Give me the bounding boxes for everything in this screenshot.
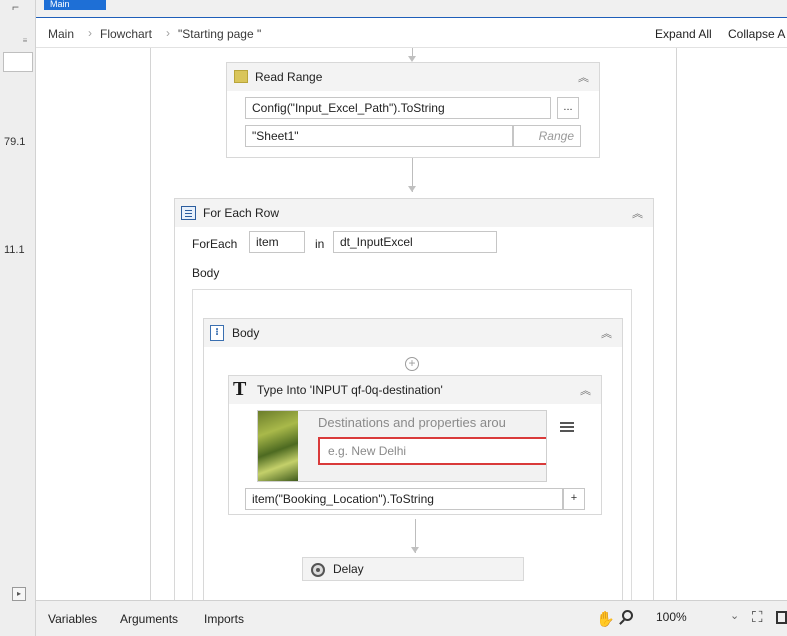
read-range-activity[interactable]: Read Range ︽ Config("Input_Excel_Path").… (226, 62, 600, 158)
for-each-row-activity[interactable]: For Each Row ︽ ForEach item in dt_InputE… (174, 198, 654, 600)
zoom-level[interactable]: 100% (656, 610, 687, 624)
type-into-activity[interactable]: T Type Into 'INPUT qf-0q-destination' ︽ … (228, 375, 602, 515)
add-text-button[interactable]: + (563, 488, 585, 510)
activity-header: T Type Into 'INPUT qf-0q-destination' ︽ (229, 376, 601, 404)
breadcrumb-main[interactable]: Main (48, 27, 74, 41)
type-into-icon: T (233, 378, 247, 400)
chevron-down-icon[interactable]: ⌄ (730, 609, 739, 622)
activity-title: Body (232, 326, 260, 340)
activity-title: Type Into 'INPUT qf-0q-destination' (257, 383, 443, 397)
pin-icon[interactable]: ⌐ (12, 0, 19, 14)
imports-tab[interactable]: Imports (204, 612, 244, 626)
collapse-chevron-icon[interactable]: ︽ (578, 69, 589, 85)
for-each-icon (181, 206, 196, 220)
scroll-up-icon[interactable]: ≡ (20, 36, 30, 48)
in-label: in (315, 237, 325, 251)
collapse-chevron-icon[interactable]: ︽ (632, 205, 643, 221)
gutter-value: 11.1 (4, 244, 25, 256)
screenshot-thumbnail (258, 411, 298, 481)
range-input[interactable]: Range (513, 125, 581, 147)
activity-header: ⁝ Body ︽ (204, 319, 622, 347)
excel-icon (234, 70, 248, 83)
activity-header: For Each Row ︽ (175, 199, 653, 227)
sheet-name-input[interactable]: "Sheet1" (245, 125, 513, 147)
arguments-tab[interactable]: Arguments (120, 612, 178, 626)
breadcrumb-starting-page[interactable]: "Starting page " (178, 27, 261, 41)
collapse-chevron-icon[interactable]: ︽ (601, 325, 612, 341)
activity-title: Read Range (255, 70, 323, 84)
item-variable-input[interactable]: item (249, 231, 305, 253)
collection-input[interactable]: dt_InputExcel (333, 231, 497, 253)
sequence-border (676, 48, 677, 600)
collapse-chevron-icon[interactable]: ︽ (580, 382, 591, 398)
hand-icon[interactable]: ✋ (596, 610, 615, 628)
delay-activity[interactable]: Delay (302, 557, 524, 581)
expand-panel-icon[interactable]: ▸ (12, 587, 26, 601)
delay-clock-icon (311, 563, 325, 577)
screenshot-caption: Destinations and properties arou (318, 415, 506, 430)
fit-to-screen-icon[interactable]: ⛶ (752, 609, 763, 626)
overview-icon[interactable] (776, 611, 787, 624)
sequence-icon: ⁝ (210, 325, 224, 341)
breadcrumb-separator-icon: › (166, 26, 170, 40)
connector-arrow-icon (411, 547, 419, 553)
add-activity-icon[interactable]: + (405, 357, 419, 371)
tab-main[interactable]: Main (44, 0, 106, 10)
variables-tab[interactable]: Variables (48, 612, 97, 626)
search-icon[interactable] (622, 610, 633, 621)
workbook-path-input[interactable]: Config("Input_Excel_Path").ToString (245, 97, 551, 119)
body-sequence[interactable]: ⁝ Body ︽ + T Type Into 'INPUT qf-0q-dest… (203, 318, 623, 600)
breadcrumb-flowchart[interactable]: Flowchart (100, 27, 152, 41)
document-tabs: Main (36, 0, 787, 18)
left-panel: ⌐ ≡ 79.1 11.1 ▸ (0, 0, 36, 636)
connector-arrow-icon (408, 186, 416, 192)
browse-button[interactable]: ... (557, 97, 579, 119)
activity-header: Read Range ︽ (227, 63, 599, 91)
collapse-all-button[interactable]: Collapse A (728, 27, 785, 41)
target-screenshot[interactable]: Destinations and properties arou e.g. Ne… (257, 410, 547, 482)
designer-canvas[interactable]: Read Range ︽ Config("Input_Excel_Path").… (36, 48, 787, 600)
text-input[interactable]: item("Booking_Location").ToString (245, 488, 563, 510)
breadcrumb: Main › Flowchart › "Starting page " Expa… (36, 20, 787, 48)
activity-title: Delay (333, 562, 364, 576)
screenshot-highlighted-input: e.g. New Delhi (318, 437, 546, 465)
body-label: Body (192, 266, 220, 280)
breadcrumb-separator-icon: › (88, 26, 92, 40)
panel-input[interactable] (3, 52, 33, 72)
gutter-value: 79.1 (4, 136, 26, 148)
sequence-border (150, 48, 151, 600)
body-container: ⁝ Body ︽ + T Type Into 'INPUT qf-0q-dest… (192, 289, 632, 600)
menu-icon[interactable] (560, 422, 574, 424)
activity-title: For Each Row (203, 206, 280, 220)
foreach-label: ForEach (192, 237, 238, 251)
designer-bottom-bar: Variables Arguments Imports ✋ 100% ⌄ ⛶ (36, 600, 787, 636)
expand-all-button[interactable]: Expand All (655, 27, 712, 41)
